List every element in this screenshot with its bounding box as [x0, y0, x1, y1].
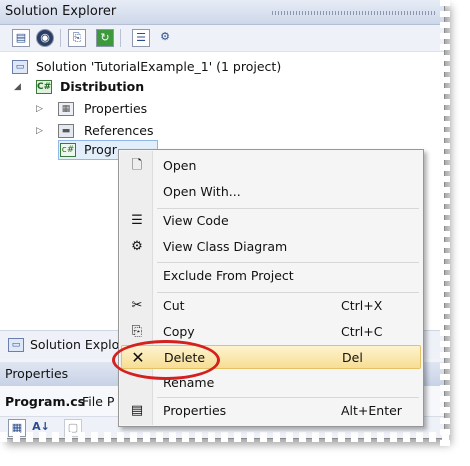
menu-item-exclude-from-project[interactable]: Exclude From Project [121, 264, 421, 288]
menu-item-label: Properties [163, 403, 227, 418]
menu-separator [157, 292, 419, 293]
project-label: Distribution [60, 79, 145, 94]
menu-item-shortcut: Alt+Enter [341, 403, 402, 418]
menu-item-shortcut: Ctrl+X [341, 298, 383, 313]
copy-icon: ⎘ [131, 324, 143, 339]
menu-item-label: View Class Diagram [163, 239, 288, 254]
properties-icon[interactable]: ▤ [12, 29, 30, 47]
toolbar-separator [120, 29, 121, 47]
csharp-file-icon: c# [60, 143, 76, 157]
menu-item-view-class-diagram[interactable]: ⚙ View Class Diagram [121, 235, 421, 259]
properties-folder-icon: ▦ [58, 102, 74, 116]
refresh-page-icon[interactable]: ⎘ [68, 29, 86, 47]
references-folder-icon: ▬ [58, 124, 74, 138]
menu-item-label: Open With... [163, 184, 241, 199]
collapsed-arrow-icon[interactable]: ▷ [36, 122, 43, 140]
view-code-icon[interactable]: ☰ [132, 29, 150, 47]
refresh-icon[interactable]: ↻ [96, 29, 114, 47]
view-code-icon: ☰ [131, 213, 143, 228]
menu-item-label: View Code [163, 213, 229, 228]
scissors-icon: ✂ [131, 298, 143, 313]
properties-title: Properties [5, 366, 69, 381]
object-type: File P [82, 394, 115, 409]
tab-label: Solution Explor [30, 337, 125, 352]
solution-icon: ▭ [12, 60, 28, 74]
menu-item-label: Open [163, 158, 197, 173]
solution-explorer-titlebar: Solution Explorer [0, 0, 444, 25]
menu-separator [157, 262, 419, 263]
menu-item-shortcut: Ctrl+C [341, 324, 383, 339]
properties-icon: ▤ [130, 403, 144, 418]
menu-item-label: Exclude From Project [163, 268, 294, 283]
menu-item-properties[interactable]: ▤ Properties Alt+Enter [121, 399, 421, 423]
csharp-project-icon: C# [36, 80, 52, 94]
menu-item-label: Cut [163, 298, 185, 313]
menu-separator [157, 397, 419, 398]
context-menu: 🗋 Open Open With... ☰ View Code ⚙ View C… [118, 149, 424, 427]
annotation-circle [112, 340, 220, 380]
collapsed-arrow-icon[interactable]: ▷ [36, 100, 43, 118]
class-diagram-icon: ⚙ [131, 239, 143, 254]
solution-explorer-toolbar: ▤ ◉ ⎘ ↻ ☰ ⚙ [0, 25, 444, 52]
title-grip[interactable] [272, 11, 436, 15]
menu-item-view-code[interactable]: ☰ View Code [121, 209, 421, 233]
open-file-icon: 🗋 [131, 158, 143, 173]
toolbar-separator [60, 29, 61, 47]
menu-item-shortcut: Del [342, 350, 363, 365]
expanded-arrow-icon[interactable]: ◢ [14, 78, 21, 96]
solution-label: Solution 'TutorialExample_1' (1 project) [36, 59, 282, 74]
tree-item-label: Progr [84, 142, 117, 157]
menu-item-cut[interactable]: ✂ Cut Ctrl+X [121, 294, 421, 318]
view-class-diagram-icon[interactable]: ⚙ [156, 29, 174, 47]
tree-item-label: Properties [84, 101, 148, 116]
tree-item-label: References [84, 123, 154, 138]
panel-title: Solution Explorer [5, 4, 117, 19]
torn-edge-bottom [0, 432, 450, 442]
show-all-files-icon[interactable]: ◉ [36, 29, 54, 47]
object-name: Program.cs [5, 394, 86, 409]
solution-icon: ▭ [8, 338, 24, 352]
menu-item-open-with[interactable]: Open With... [121, 180, 421, 204]
torn-edge-right [440, 0, 450, 446]
menu-item-open[interactable]: 🗋 Open [121, 154, 421, 178]
